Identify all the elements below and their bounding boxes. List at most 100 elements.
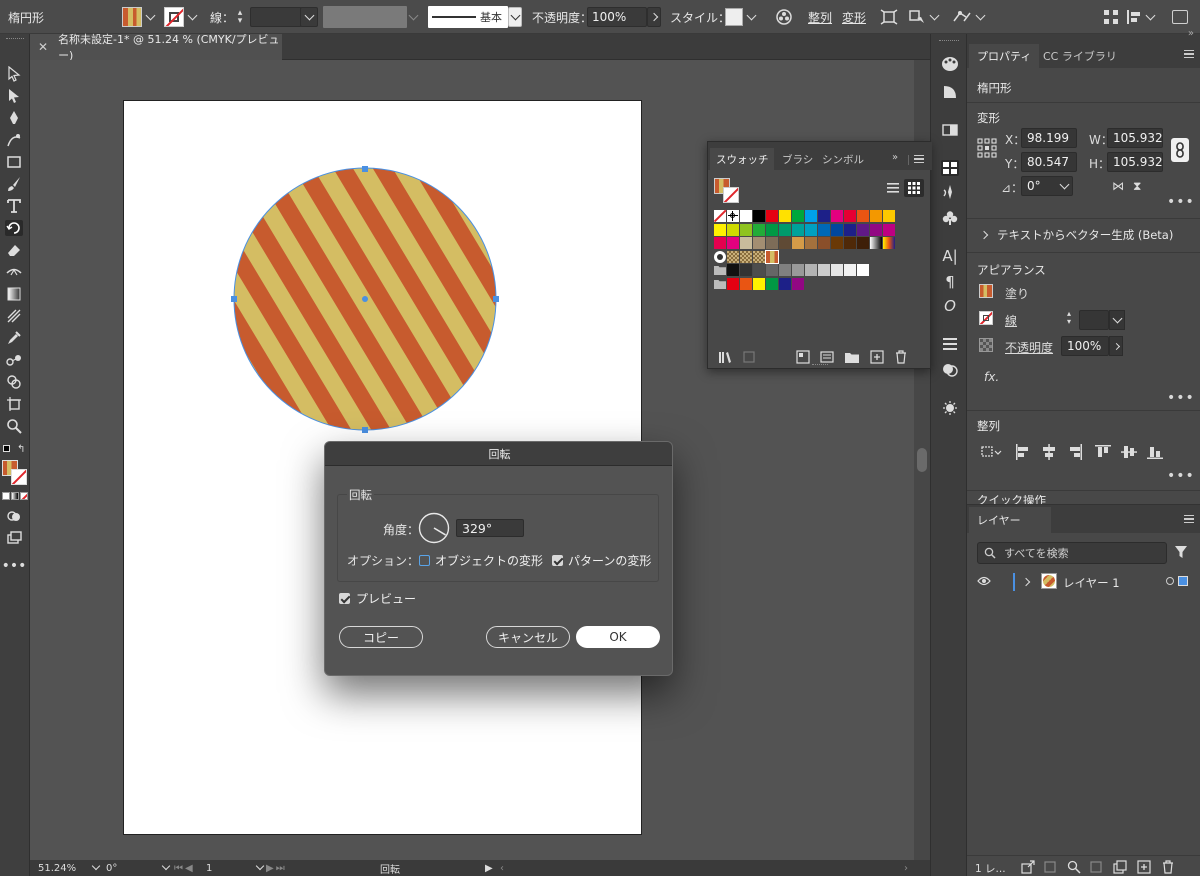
swatch[interactable]	[818, 223, 830, 236]
width-tool[interactable]	[5, 264, 23, 280]
artboard-number[interactable]: 1	[206, 861, 212, 875]
opacity-label[interactable]: 不透明度	[1005, 339, 1053, 356]
puppet-warp-button[interactable]	[952, 0, 989, 34]
swatch[interactable]	[805, 264, 817, 276]
align-right-button[interactable]	[1067, 444, 1083, 463]
h-input[interactable]: 105.932	[1107, 152, 1163, 172]
text-to-vector-expander[interactable]	[979, 227, 989, 241]
swatch-gradient[interactable]	[870, 237, 882, 249]
stroke-weight-dropdown[interactable]	[1109, 310, 1125, 330]
text-to-vector-label[interactable]: テキストからベクター生成 (Beta)	[997, 227, 1173, 243]
angle-dial[interactable]	[418, 512, 450, 544]
curvature-tool[interactable]	[5, 132, 23, 148]
swatch[interactable]	[792, 277, 804, 290]
dialog-title[interactable]: 回転	[325, 442, 672, 466]
copy-button[interactable]: コピー	[339, 626, 423, 648]
swatch[interactable]	[805, 210, 817, 222]
ok-button[interactable]: OK	[576, 626, 660, 648]
first-artboard-icon[interactable]: ⏮	[174, 863, 185, 874]
anchor-point-top[interactable]	[362, 166, 368, 172]
swatch[interactable]	[831, 264, 843, 276]
transform-objects-checkbox[interactable]	[419, 555, 430, 566]
reference-point-icon[interactable]	[977, 138, 997, 158]
new-color-group-button[interactable]	[844, 350, 860, 367]
stroke-weight-stepper[interactable]: ▴ ▾	[1063, 310, 1075, 328]
layer-row[interactable]: レイヤー 1	[973, 571, 1197, 593]
swatch-pattern[interactable]	[753, 250, 765, 263]
swatch-options-button[interactable]	[796, 350, 810, 367]
swatch-libraries-button[interactable]	[718, 350, 734, 367]
fill-swatch-icon[interactable]	[979, 284, 993, 298]
tab-symbols[interactable]: シンボル	[822, 148, 882, 170]
isolate-object-button[interactable]	[880, 0, 898, 34]
tab-swatches[interactable]: スウォッチ	[710, 148, 774, 170]
swatch[interactable]	[727, 223, 739, 236]
artboard-tool[interactable]	[5, 396, 23, 412]
swatch-registration[interactable]	[727, 210, 739, 222]
rotation-value[interactable]: 0°	[106, 861, 117, 875]
swatch[interactable]	[714, 237, 726, 249]
layer-target-icon[interactable]	[1166, 577, 1174, 585]
list-view-button[interactable]	[886, 182, 900, 197]
swatch[interactable]	[844, 210, 856, 222]
swatch[interactable]	[857, 264, 869, 276]
swatches-menu-icon[interactable]	[914, 155, 924, 163]
next-last-artboard[interactable]: ▶ ⏭	[266, 861, 287, 875]
stroke-weight-input[interactable]	[250, 7, 302, 27]
zoom-tool[interactable]	[5, 418, 23, 434]
scroll-left-arrow[interactable]: ‹	[500, 861, 504, 875]
swatch-none[interactable]	[713, 209, 727, 222]
visibility-eye-icon[interactable]	[977, 575, 991, 590]
opacity-slider-button[interactable]	[1109, 336, 1123, 356]
opentype-panel-button[interactable]: O	[941, 297, 959, 315]
color-panel-button[interactable]	[941, 56, 959, 72]
layer-name[interactable]: レイヤー 1	[1063, 575, 1120, 591]
preview-checkbox[interactable]	[339, 593, 350, 604]
swatch[interactable]	[727, 277, 739, 290]
swatch[interactable]	[753, 237, 765, 249]
swatch[interactable]	[740, 277, 752, 290]
swatch-pattern[interactable]	[765, 249, 779, 264]
align-link[interactable]: 整列	[808, 0, 832, 34]
angle-input[interactable]: 329°	[456, 519, 524, 537]
swatch[interactable]	[883, 210, 895, 222]
w-input[interactable]: 105.932	[1107, 128, 1163, 148]
prev-artboard-icon[interactable]: ◀	[185, 863, 195, 874]
stroke-label[interactable]: 線	[1005, 312, 1017, 329]
more-options-dots[interactable]: •••	[1167, 194, 1195, 210]
swatch[interactable]	[753, 223, 765, 236]
x-input[interactable]: 98.199	[1021, 128, 1077, 148]
swatch[interactable]	[727, 237, 739, 249]
swatch[interactable]	[831, 210, 843, 222]
y-input[interactable]: 80.547	[1021, 152, 1077, 172]
swatch[interactable]	[831, 237, 843, 249]
swatch-fill-stroke-indicator[interactable]	[714, 178, 740, 204]
mesh-tool[interactable]	[5, 308, 23, 324]
swatch[interactable]	[740, 237, 752, 249]
eraser-tool[interactable]	[5, 242, 23, 258]
delete-swatch-button[interactable]	[894, 350, 908, 367]
brushes-panel-button[interactable]	[941, 184, 959, 200]
first-prev-artboard[interactable]: ⏮ ◀	[174, 861, 195, 875]
width-profile-dropdown[interactable]	[405, 0, 422, 34]
anchor-point-left[interactable]	[231, 296, 237, 302]
opacity-input[interactable]: 100%	[1061, 336, 1109, 356]
swatch[interactable]	[870, 210, 882, 222]
swatch[interactable]	[844, 223, 856, 236]
stroke-color-control[interactable]	[164, 0, 201, 34]
locate-object-button[interactable]	[1043, 860, 1057, 876]
recolor-artwork-button[interactable]	[776, 0, 792, 34]
symbols-panel-button[interactable]	[941, 210, 959, 226]
character-panel-button[interactable]: A|	[941, 247, 959, 265]
swatch[interactable]	[727, 264, 739, 276]
anchor-point-bottom[interactable]	[362, 427, 368, 433]
swatch[interactable]	[753, 264, 765, 276]
toolbar-grip[interactable]	[6, 38, 24, 41]
anchor-point-right[interactable]	[493, 296, 499, 302]
swatch[interactable]	[779, 223, 791, 236]
fx-button[interactable]: fx.	[984, 370, 999, 384]
stroke-indicator-icon[interactable]	[11, 469, 27, 485]
rectangle-tool[interactable]	[5, 154, 23, 170]
align-v-center-button[interactable]	[1121, 444, 1137, 463]
transform-patterns-option[interactable]: パターンの変形	[552, 552, 651, 569]
